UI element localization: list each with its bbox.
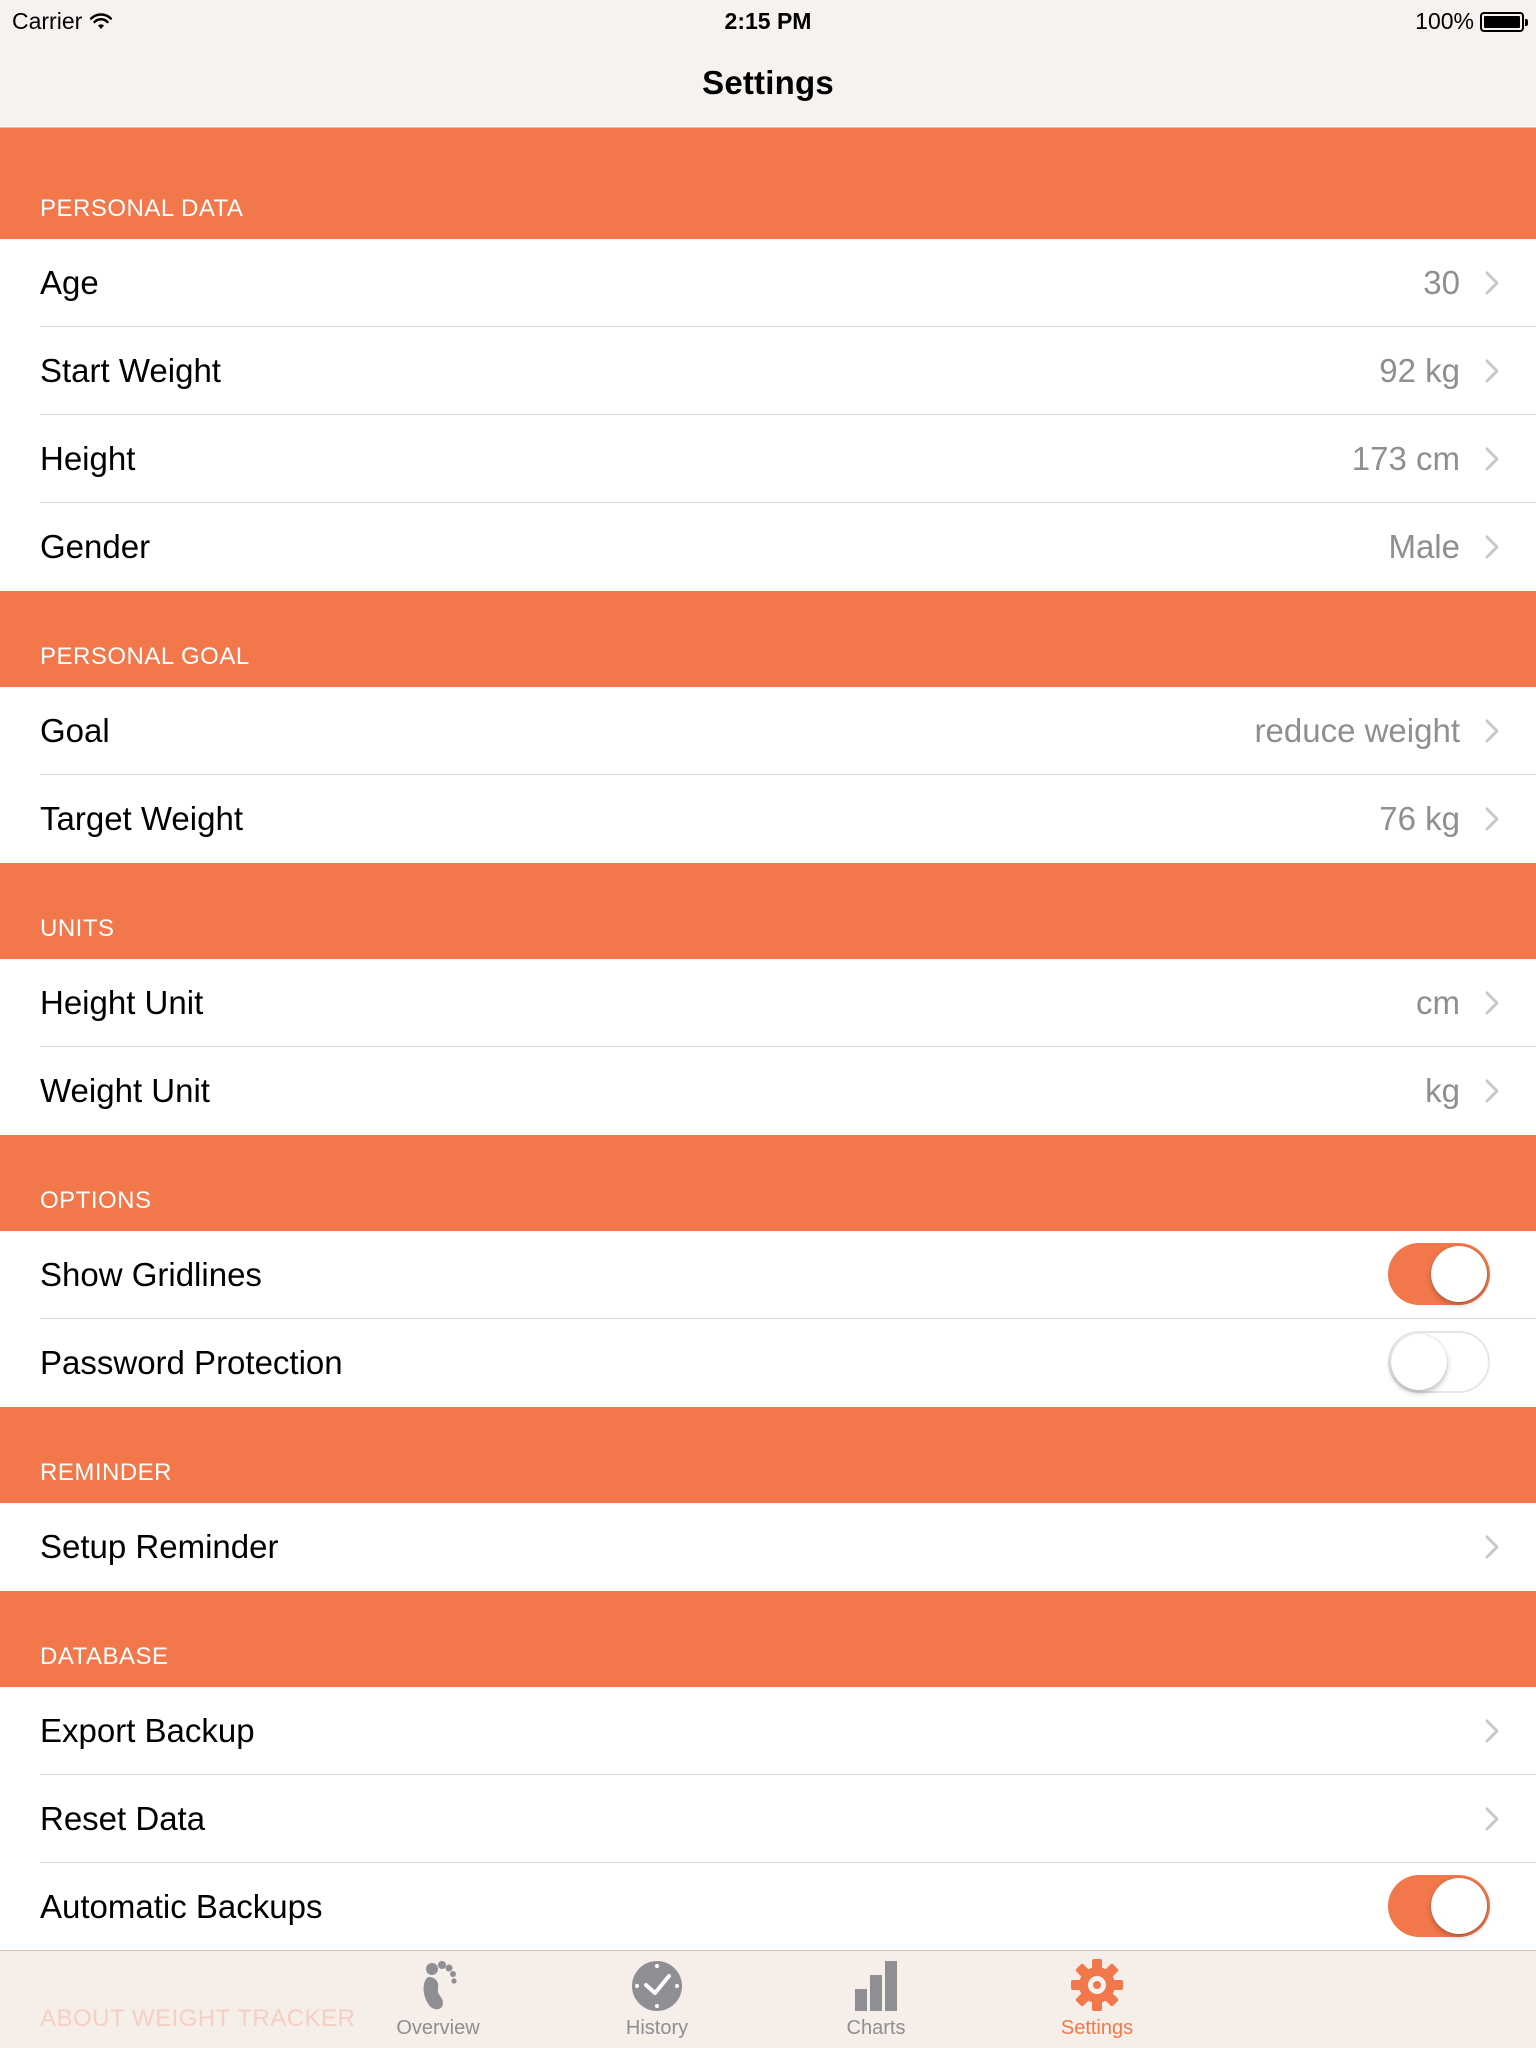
row-label: Weight Unit [40, 1072, 210, 1109]
section-title: REMINDER [40, 1459, 173, 1486]
battery-indicator: 100% [1415, 8, 1528, 35]
battery-icon [1480, 11, 1528, 32]
footprint-icon [423, 1961, 457, 2010]
top-bar: Carrier 2:15 PM 100% Settings [0, 0, 1536, 128]
row-value: reduce weight [1254, 712, 1460, 749]
row-value: 173 cm [1351, 440, 1460, 477]
row-label: Target Weight [40, 800, 243, 837]
section-title: UNITS [40, 915, 115, 942]
section-header-personal-goal: PERSONAL GOAL [0, 591, 1536, 687]
battery-percent: 100% [1415, 8, 1474, 34]
section-header-about: ABOUT WEIGHT TRACKER [40, 2005, 356, 2032]
row-label: Password Protection [40, 1344, 343, 1381]
chevron-right-icon [1485, 1807, 1499, 1831]
tab-label: Settings [1060, 2017, 1134, 2039]
row-value: 92 kg [1379, 352, 1460, 389]
row-age[interactable]: Age 30 [0, 239, 1536, 327]
row-export-backup[interactable]: Export Backup [0, 1687, 1536, 1775]
row-label: Reset Data [40, 1800, 206, 1837]
section-header-units: UNITS [0, 863, 1536, 959]
chevron-right-icon [1485, 991, 1499, 1015]
row-value: Male [1388, 528, 1460, 565]
row-label: Gender [40, 528, 151, 565]
automatic-backups-toggle[interactable] [1388, 1875, 1490, 1937]
row-automatic-backups: Automatic Backups [0, 1863, 1536, 1951]
tab-label: Overview [396, 2017, 480, 2039]
password-protection-toggle[interactable] [1388, 1331, 1490, 1393]
section-title: OPTIONS [40, 1187, 152, 1214]
row-label: Setup Reminder [40, 1528, 279, 1565]
clock-icon [632, 1961, 682, 2011]
row-label: Age [40, 264, 99, 301]
section-title: DATABASE [40, 1643, 169, 1670]
row-label: Automatic Backups [40, 1888, 323, 1925]
row-reset-data[interactable]: Reset Data [0, 1775, 1536, 1863]
row-label: Height [40, 440, 136, 477]
section-header-reminder: REMINDER [0, 1407, 1536, 1503]
clock: 2:15 PM [724, 8, 812, 34]
row-show-gridlines: Show Gridlines [0, 1231, 1536, 1319]
row-label: Export Backup [40, 1712, 255, 1749]
row-target-weight[interactable]: Target Weight 76 kg [0, 775, 1536, 863]
tab-bar: ABOUT WEIGHT TRACKER Overview History Ch… [0, 1950, 1536, 2048]
chevron-right-icon [1485, 1079, 1499, 1103]
settings-list[interactable]: PERSONAL DATA Age 30 Start Weight 92 kg … [0, 129, 1536, 1951]
chevron-right-icon [1485, 1535, 1499, 1559]
row-setup-reminder[interactable]: Setup Reminder [0, 1503, 1536, 1591]
row-height[interactable]: Height 173 cm [0, 415, 1536, 503]
show-gridlines-toggle[interactable] [1388, 1243, 1490, 1305]
row-value: 30 [1423, 264, 1460, 301]
row-value: 76 kg [1379, 800, 1460, 837]
tab-history[interactable]: History [577, 1951, 737, 2048]
bar-chart-icon [855, 1961, 897, 2011]
section-header-options: OPTIONS [0, 1135, 1536, 1231]
status-bar: Carrier 2:15 PM 100% [0, 0, 1536, 40]
section-header-database: DATABASE [0, 1591, 1536, 1687]
tab-label: History [625, 2017, 689, 2039]
row-value: cm [1416, 984, 1460, 1021]
row-label: Height Unit [40, 984, 204, 1021]
chevron-right-icon [1485, 359, 1499, 383]
row-weight-unit[interactable]: Weight Unit kg [0, 1047, 1536, 1135]
row-label: Show Gridlines [40, 1256, 262, 1293]
row-height-unit[interactable]: Height Unit cm [0, 959, 1536, 1047]
row-gender[interactable]: Gender Male [0, 503, 1536, 591]
tab-overview[interactable]: Overview [358, 1951, 518, 2048]
section-title: PERSONAL GOAL [40, 643, 250, 670]
row-start-weight[interactable]: Start Weight 92 kg [0, 327, 1536, 415]
section-header-personal-data: PERSONAL DATA [0, 129, 1536, 239]
chevron-right-icon [1485, 447, 1499, 471]
gear-icon [1071, 1959, 1123, 2011]
chevron-right-icon [1485, 807, 1499, 831]
tab-settings[interactable]: Settings [1017, 1951, 1177, 2048]
chevron-right-icon [1485, 535, 1499, 559]
row-goal[interactable]: Goal reduce weight [0, 687, 1536, 775]
chevron-right-icon [1485, 271, 1499, 295]
chevron-right-icon [1485, 719, 1499, 743]
chevron-right-icon [1485, 1719, 1499, 1743]
row-value: kg [1425, 1072, 1460, 1109]
tab-charts[interactable]: Charts [796, 1951, 956, 2048]
row-label: Start Weight [40, 352, 221, 389]
row-label: Goal [40, 712, 110, 749]
row-password-protection: Password Protection [0, 1319, 1536, 1407]
tab-label: Charts [846, 2017, 906, 2039]
section-title: PERSONAL DATA [40, 195, 244, 222]
page-title: Settings [702, 64, 834, 101]
